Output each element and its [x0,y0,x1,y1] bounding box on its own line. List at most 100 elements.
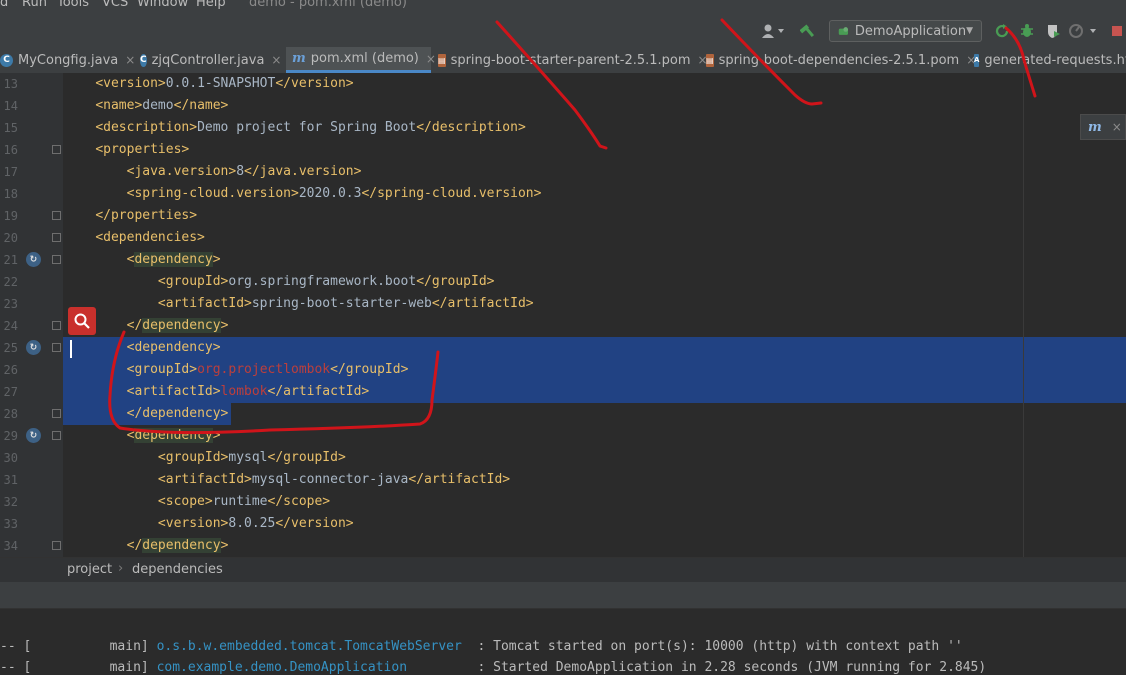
code-token: </scope> [267,494,331,509]
tab-zjqcontroller[interactable]: C zjqController.java × [140,47,281,73]
right-margin-guide [1023,73,1024,557]
code-token: </ [126,318,143,333]
log-class[interactable]: com.example.demo.DemoApplication [157,660,407,675]
menu-item-window[interactable]: Window [137,0,188,10]
code-line: <artifactId>mysql-connector-java</artifa… [64,469,510,491]
code-token: <groupId> [126,362,198,377]
code-line: <artifactId>lombok</artifactId> [64,381,370,403]
profile-icon[interactable] [1068,22,1098,40]
breadcrumb-item-dependencies[interactable]: dependencies [132,562,223,577]
menu-item-partial[interactable]: d [0,0,8,10]
menu-bar: d Run Tools VCS Window Help demo - pom.x… [0,0,1126,14]
dependency-update-icon[interactable]: ↻ [26,340,41,355]
code-editor[interactable]: 13 14 15 16 17 18 19 20 21 ↻ 22 23 24 25 ↻ 26 27 28 29 ↻ 30 3… [0,73,1126,557]
code-token: lombok [220,384,268,399]
code-token: <groupId> [157,274,229,289]
code-token: <properties> [95,142,190,157]
code-token: dependency [142,318,221,333]
tab-starter-parent-pom[interactable]: ▤ spring-boot-starter-parent-2.5.1.pom × [438,47,708,73]
code-line: <java.version>8</java.version> [64,161,362,183]
fold-icon[interactable] [52,431,61,440]
code-token: </name> [173,98,229,113]
code-token: org.projectlombok [197,362,331,377]
code-token: <name> [95,98,143,113]
line-number: 22 [3,275,18,289]
line-number: 28 [3,407,18,421]
code-line: </dependency> [64,535,228,557]
selected-line-bg [63,337,1126,359]
line-number: 17 [3,165,18,179]
java-class-icon: C [140,53,147,67]
menu-item-tools[interactable]: Tools [57,0,89,10]
code-token: </groupId> [267,450,346,465]
line-number: 31 [3,473,18,487]
fold-icon[interactable] [52,233,61,242]
coverage-icon[interactable] [1044,22,1062,40]
user-icon[interactable] [760,22,786,40]
fold-icon[interactable] [52,211,61,220]
rerun-icon[interactable] [993,22,1011,40]
code-token: mysql-connector-java [251,472,409,487]
fold-icon[interactable] [52,409,61,418]
menu-item-help[interactable]: Help [196,0,226,10]
breadcrumb-item-project[interactable]: project [67,562,112,577]
run-config-select[interactable]: DemoApplication ▼ [829,20,982,42]
code-line: </properties> [64,205,197,227]
maven-reload-icon[interactable]: m [1088,120,1102,135]
fold-icon[interactable] [52,255,61,264]
code-token: <version> [157,516,229,531]
line-number: 27 [3,385,18,399]
close-icon[interactable]: × [125,53,135,67]
tab-generated-requests[interactable]: A generated-requests.htt [974,47,1126,73]
tab-mycongfig[interactable]: C MyCongfig.java × [0,47,139,73]
code-token: </artifactId> [267,384,370,399]
code-token: </java.version> [244,164,362,179]
dependency-update-icon[interactable]: ↻ [26,252,41,267]
fold-icon[interactable] [52,321,61,330]
code-line: <groupId>mysql</groupId> [64,447,346,469]
tab-dependencies-pom[interactable]: ▤ spring-boot-dependencies-2.5.1.pom × [706,47,976,73]
menu-item-vcs[interactable]: VCS [102,0,128,10]
maven-reload-popup[interactable]: m × [1080,114,1126,140]
debug-icon[interactable] [1018,22,1036,40]
code-token: </description> [416,120,526,135]
log-prefix: -- [ [0,660,32,675]
run-config-label: DemoApplication [854,23,967,39]
log-class[interactable]: o.s.b.w.embedded.tomcat.TomcatWebServer [157,639,462,654]
tab-pom-xml[interactable]: m pom.xml (demo) × [286,47,436,73]
line-number: 20 [3,231,18,245]
search-button[interactable] [68,307,96,335]
close-icon[interactable]: × [1112,120,1122,134]
window-title: demo - pom.xml (demo) [249,0,407,10]
text-caret [70,340,72,358]
fold-icon[interactable] [52,145,61,154]
code-token: <spring-cloud.version> [126,186,299,201]
code-line: <properties> [64,139,189,161]
line-number: 16 [3,143,18,157]
hammer-icon[interactable] [799,22,817,40]
code-line: <spring-cloud.version>2020.0.3</spring-c… [64,183,542,205]
code-token: > [212,252,221,267]
code-token: <description> [95,120,198,135]
code-token: > [220,538,229,553]
fold-icon[interactable] [52,343,61,352]
run-config-icon [838,27,849,35]
pom-file-icon: ▤ [438,53,446,67]
line-number: 25 [3,341,18,355]
line-gutter: 13 14 15 16 17 18 19 20 21 ↻ 22 23 24 25 ↻ 26 27 28 29 ↻ 30 3… [0,73,63,557]
stop-icon[interactable] [1108,22,1126,40]
close-icon[interactable]: × [271,53,281,67]
code-token: runtime [212,494,268,509]
fold-icon[interactable] [52,541,61,550]
code-token: > [212,428,221,443]
chevron-down-icon: ▼ [966,26,973,36]
menu-item-run[interactable]: Run [22,0,47,10]
dependency-update-icon[interactable]: ↻ [26,428,41,443]
close-icon[interactable]: × [426,52,436,66]
code-token: 0.0.1-SNAPSHOT [165,76,276,91]
